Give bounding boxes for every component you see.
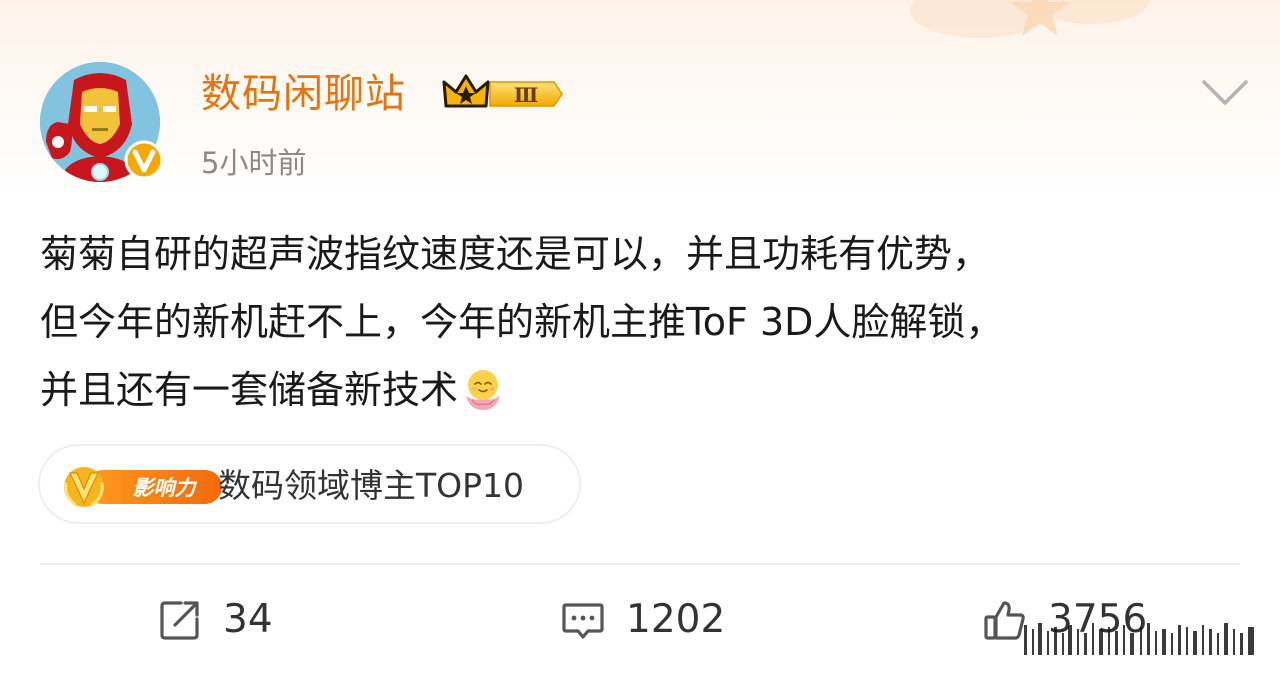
verified-v-icon [124, 140, 164, 180]
influence-tag[interactable]: 影响力 数码领域博主TOP10 [38, 444, 581, 524]
repost-button[interactable]: 34 [157, 594, 273, 646]
repost-count: 34 [223, 597, 273, 642]
comment-count: 1202 [626, 597, 726, 642]
post-content: 菊菊自研的超声波指纹速度还是可以，并且功耗有优势， 但今年的新机赶不上，今年的新… [40, 220, 1260, 424]
user-avatar[interactable] [40, 62, 164, 182]
post-line: 但今年的新机赶不上，今年的新机主推ToF 3D人脸解锁， [40, 300, 1004, 344]
laurel-v-icon [64, 467, 104, 507]
post-line-text: 并且还有一套储备新技术 [40, 368, 459, 412]
chevron-down-icon[interactable] [1200, 76, 1250, 110]
smiling-lotus-emoji-icon [466, 369, 501, 410]
post-timestamp: 5小时前 [201, 146, 307, 180]
influence-text: 数码领域博主TOP10 [218, 466, 525, 505]
divider [40, 563, 1240, 565]
post-line: 菊菊自研的超声波指纹速度还是可以，并且功耗有优势， [40, 232, 991, 276]
level-badge-text: Ⅲ [514, 83, 538, 107]
header-decoration [910, 0, 1150, 38]
comment-icon [562, 603, 604, 639]
like-button[interactable]: 3756 [982, 594, 1147, 646]
repost-icon [160, 601, 199, 640]
like-icon [984, 601, 1025, 640]
crown-icon [442, 74, 490, 108]
comment-button[interactable]: 1202 [560, 594, 725, 646]
influence-badge-label: 影响力 [133, 476, 198, 500]
influence-v-badge: 影响力 [64, 467, 222, 507]
post-line: 并且还有一套储备新技术 [40, 356, 1260, 424]
author-name[interactable]: 数码闲聊站 [201, 66, 406, 122]
member-level-badge[interactable]: Ⅲ [442, 72, 564, 116]
like-count: 3756 [1048, 597, 1148, 642]
